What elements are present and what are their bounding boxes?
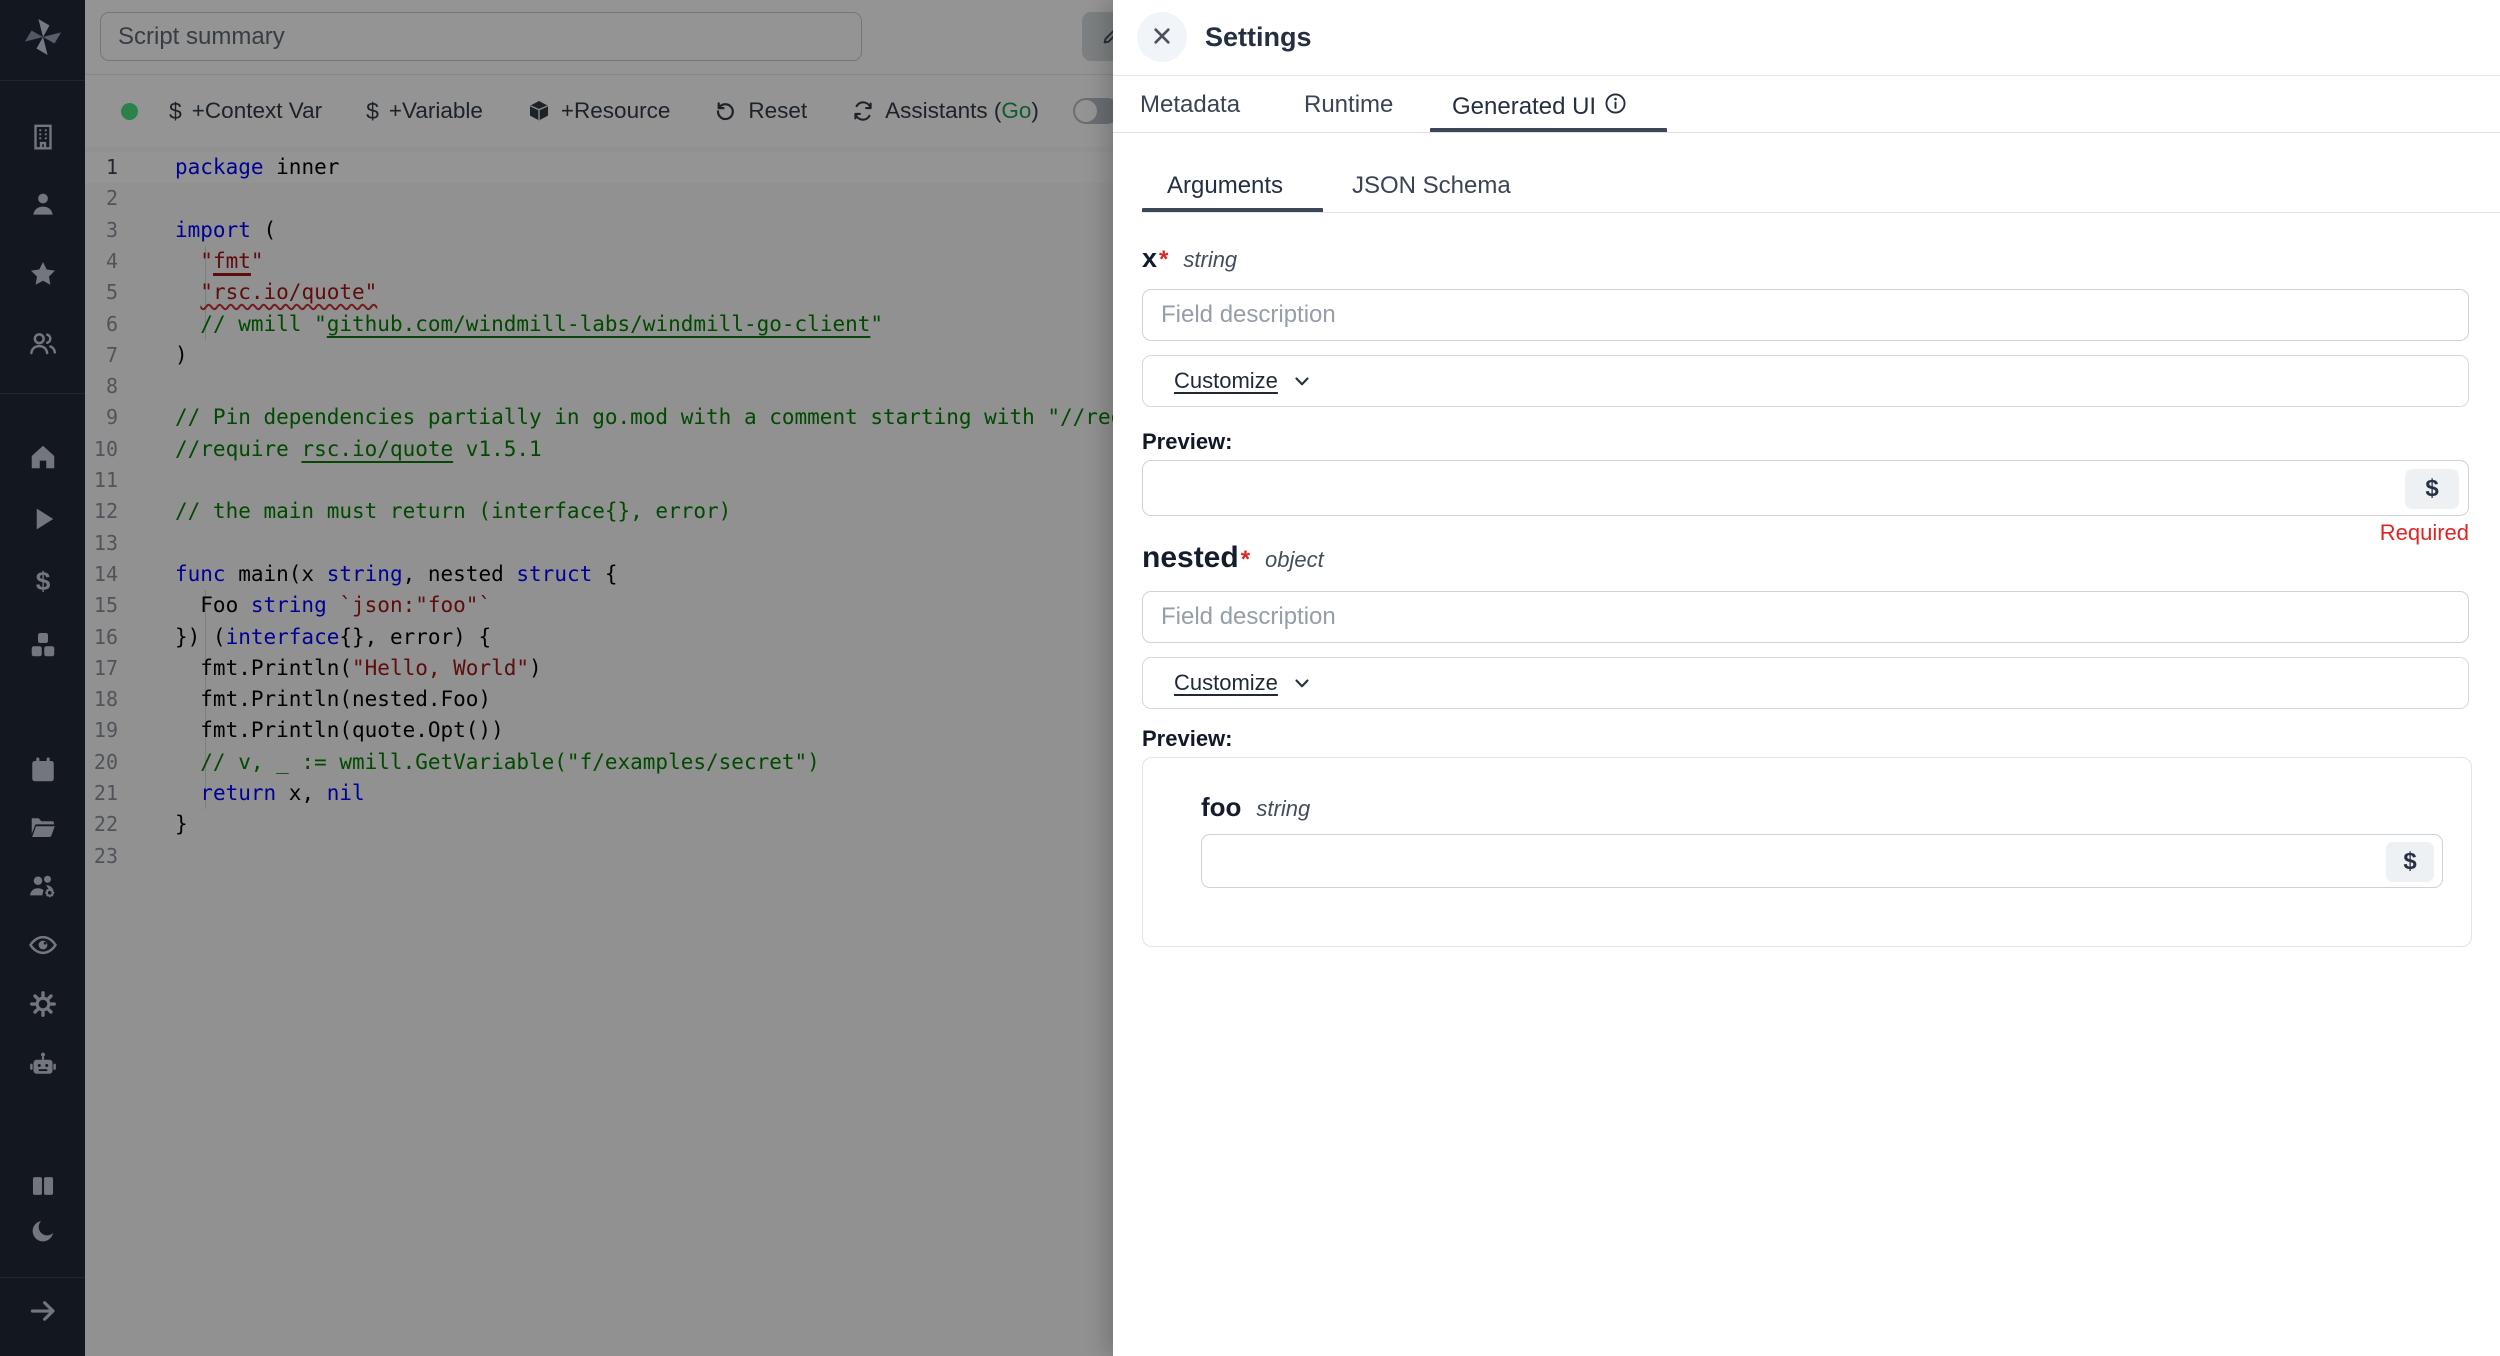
required-asterisk: * (1241, 546, 1250, 574)
customize-link[interactable]: Customize (1174, 368, 1278, 394)
close-icon (1149, 23, 1175, 52)
preview-label-nested: Preview: (1142, 726, 1233, 752)
customize-link[interactable]: Customize (1174, 670, 1278, 696)
windmill-script-editor: $ $ +Context Var $ +Variable +Resource R… (0, 0, 2500, 1356)
info-icon[interactable] (1603, 91, 1628, 123)
customize-section-x: Customize (1142, 355, 2469, 407)
required-asterisk: * (1159, 246, 1168, 274)
divider (1113, 132, 2500, 133)
required-message: Required (2380, 520, 2469, 546)
field-type: string (1183, 247, 1237, 273)
insert-variable-button[interactable]: $ (2405, 469, 2459, 509)
field-name: foo (1201, 792, 1241, 823)
divider (1113, 75, 2500, 76)
subtab-json-schema[interactable]: JSON Schema (1352, 172, 1511, 200)
insert-variable-button[interactable]: $ (2386, 842, 2434, 882)
field-label-foo: foo string (1201, 792, 1310, 823)
field-name: nested (1142, 541, 1239, 575)
preview-input-x[interactable]: $ (1142, 460, 2469, 516)
field-type: object (1265, 547, 1324, 573)
tab-metadata[interactable]: Metadata (1140, 91, 1240, 119)
tab-generated-ui[interactable]: Generated UI (1452, 91, 1628, 123)
preview-label-x: Preview: (1142, 429, 1233, 455)
divider (1142, 212, 2500, 213)
field-label-x: x * string (1142, 243, 1237, 274)
settings-drawer: Settings Metadata Runtime Generated UI A… (1113, 0, 2500, 1356)
field-type: string (1256, 796, 1310, 822)
nested-preview-box: foo string $ (1142, 757, 2472, 947)
preview-input-foo[interactable]: $ (1201, 834, 2443, 888)
close-drawer-button[interactable] (1137, 12, 1187, 62)
modal-backdrop[interactable] (0, 0, 1113, 1356)
field-name: x (1142, 243, 1157, 274)
drawer-title: Settings (1205, 22, 1312, 53)
description-input-x[interactable] (1142, 289, 2469, 341)
chevron-down-icon[interactable] (1291, 672, 1313, 694)
field-label-nested: nested * object (1142, 541, 1324, 575)
chevron-down-icon[interactable] (1291, 370, 1313, 392)
tab-runtime[interactable]: Runtime (1304, 91, 1393, 119)
tab-generated-ui-label: Generated UI (1452, 93, 1596, 121)
description-input-nested[interactable] (1142, 591, 2469, 643)
customize-section-nested: Customize (1142, 657, 2469, 709)
subtab-arguments[interactable]: Arguments (1167, 172, 1283, 200)
